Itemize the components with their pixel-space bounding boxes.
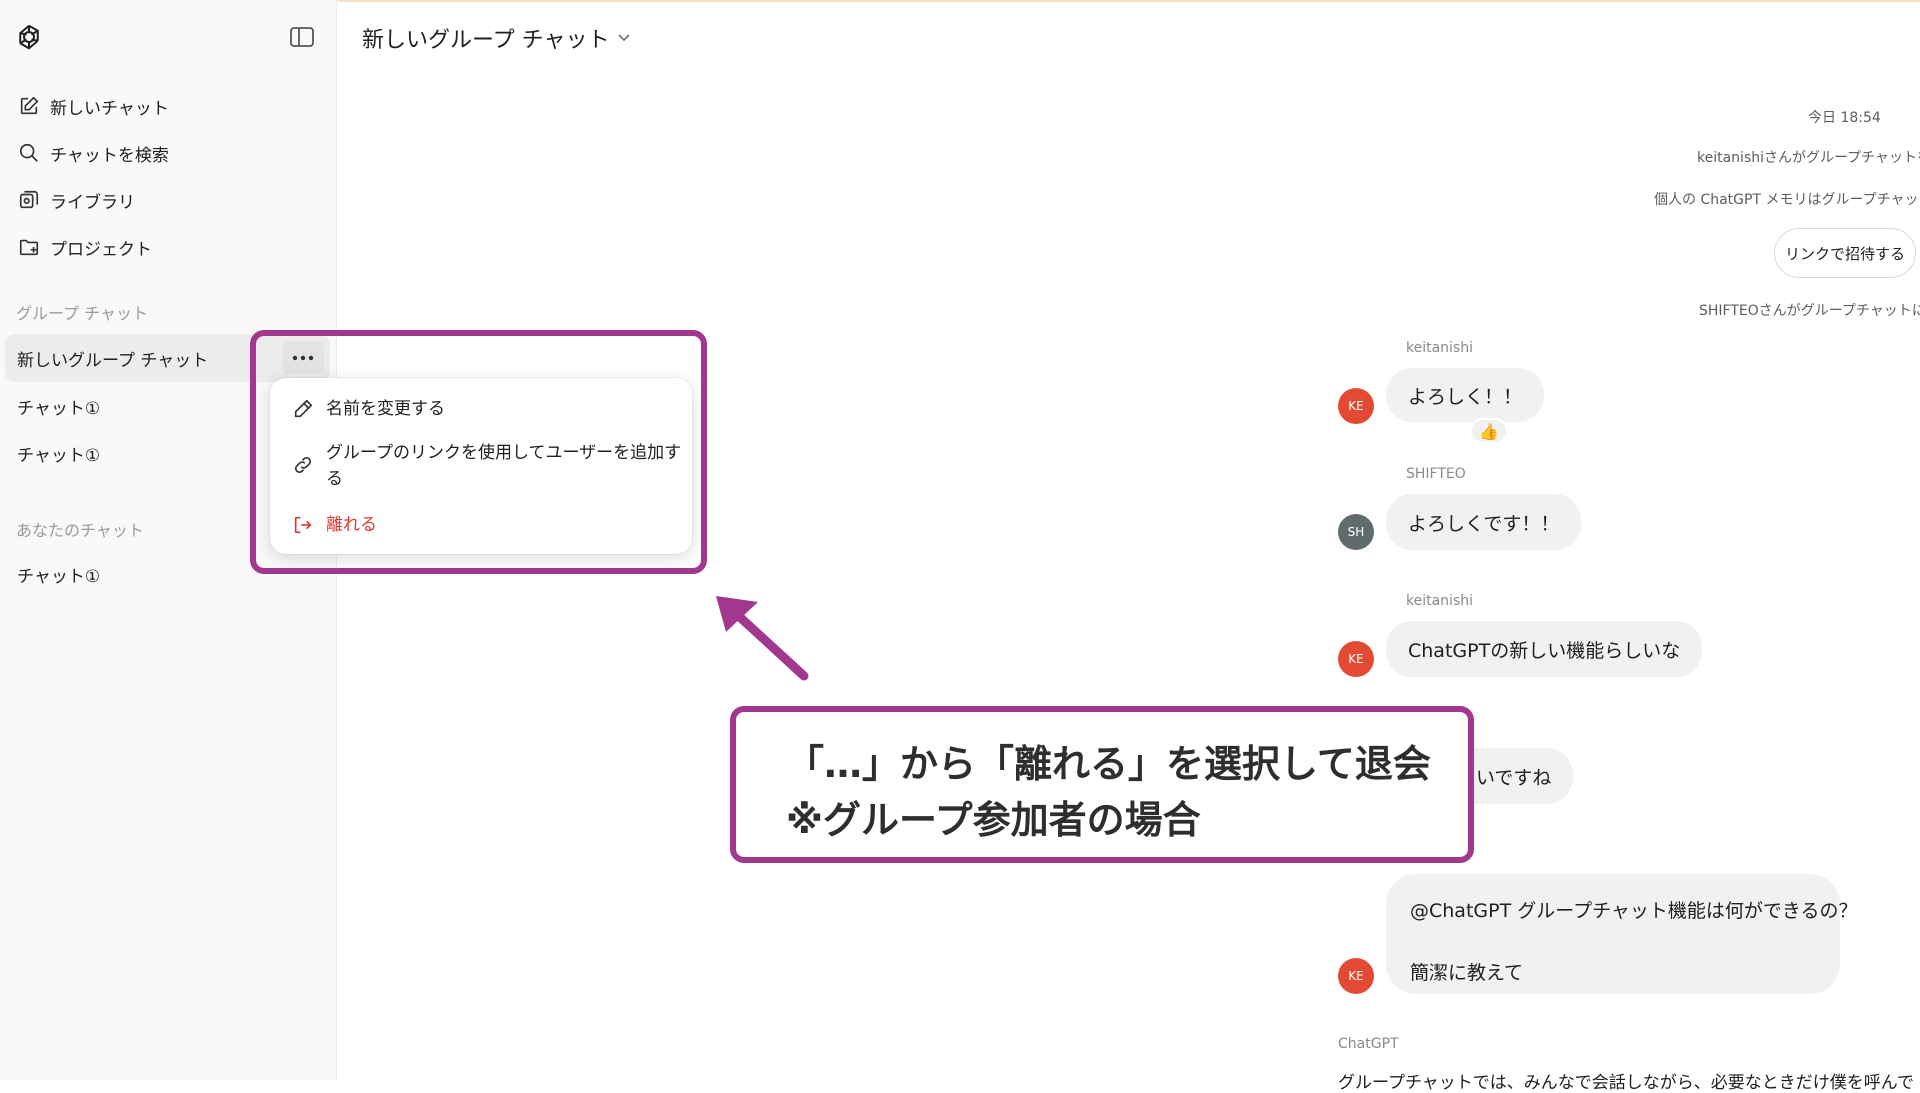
chevron-down-icon [618, 34, 631, 42]
message-bubble: @ChatGPT グループチャット機能は何ができるの？ 簡潔に教えて [1386, 874, 1858, 994]
search-chats-button[interactable]: チャットを検索 [12, 133, 312, 173]
system-message-joined: SHIFTEOさんがグループチャットに参 [1699, 303, 1920, 319]
sidebar-toggle-icon[interactable] [289, 26, 315, 48]
system-message-created: keitanishiさんがグループチャットを作 [1697, 150, 1920, 166]
annotation-line1: 「…」から「離れる」を選択して退会 [786, 742, 1431, 786]
edit-icon [20, 96, 39, 115]
chat-context-menu: 名前を変更する グループのリンクを使用してユーザーを追加す る 離れる [270, 378, 692, 554]
search-chats-label: チャットを検索 [50, 145, 169, 166]
add-users-by-link-menu-item[interactable]: グループのリンクを使用してユーザーを追加す る [292, 440, 681, 492]
add-users-label-line1: グループのリンクを使用してユーザーを追加す [326, 443, 682, 463]
ellipsis-icon [292, 355, 314, 361]
avatar: SH [1338, 514, 1374, 550]
library-label: ライブラリ [50, 192, 135, 213]
chat-timestamp: 今日 18:54 [1808, 110, 1881, 126]
leave-label: 離れる [326, 515, 377, 535]
invite-by-link-button[interactable]: リンクで招待する [1774, 228, 1916, 278]
chat-title: 新しいグループ チャット [362, 28, 610, 53]
search-icon [19, 143, 38, 162]
message-bubble: よろしくです！！ [1386, 494, 1582, 550]
new-chat-button[interactable]: 新しいチャット [12, 86, 312, 126]
message-sender: keitanishi [1406, 593, 1473, 609]
add-users-label-line2: る [326, 469, 343, 489]
group-chat-section-label: グループ チャット [16, 304, 148, 323]
avatar: KE [1338, 641, 1374, 677]
library-icon [19, 190, 39, 209]
rename-label: 名前を変更する [326, 399, 445, 419]
leave-icon [294, 516, 312, 534]
thumbs-up-reaction[interactable]: 👍 [1470, 418, 1508, 444]
annotation-line2: ※グループ参加者の場合 [786, 798, 1201, 842]
chatgpt-reply-partial: グループチャットでは、みんなで会話しながら、必要なときだけ僕を呼んで [1338, 1073, 1914, 1093]
leave-menu-item[interactable]: 離れる [292, 512, 377, 538]
message-text-line2: 簡潔に教えて [1410, 962, 1524, 984]
projects-label: プロジェクト [50, 239, 152, 260]
chatgpt-sender-label: ChatGPT [1338, 1036, 1399, 1052]
avatar: KE [1338, 388, 1374, 424]
message-sender: keitanishi [1406, 340, 1473, 356]
chat-item-label: チャット① [17, 445, 101, 466]
message-text-line1: @ChatGPT グループチャット機能は何ができるの？ [1410, 900, 1858, 922]
more-options-button[interactable] [282, 342, 324, 374]
system-message-memory: 個人の ChatGPT メモリはグループチャットで [1654, 192, 1920, 208]
message-sender: SHIFTEO [1406, 466, 1466, 482]
new-chat-label: 新しいチャット [50, 98, 169, 119]
rename-menu-item[interactable]: 名前を変更する [292, 396, 445, 422]
message-bubble: ChatGPTの新しい機能らしいな [1386, 621, 1703, 677]
sidebar-item-chat[interactable]: チャット① [5, 550, 330, 598]
chat-item-label: チャット① [17, 398, 101, 419]
annotation-arrow-icon [716, 596, 809, 681]
chat-title-dropdown[interactable]: 新しいグループ チャット [362, 22, 631, 54]
library-button[interactable]: ライブラリ [12, 180, 312, 220]
message-bubble: よろしく！！ [1386, 368, 1545, 422]
projects-button[interactable]: プロジェクト [12, 227, 312, 267]
annotation-callout: 「…」から「離れる」を選択して退会 ※グループ参加者の場合 [730, 706, 1474, 863]
pencil-icon [294, 399, 313, 418]
chat-item-label: チャット① [17, 566, 101, 587]
link-icon [294, 456, 312, 474]
avatar: KE [1338, 958, 1374, 994]
folder-icon [19, 239, 39, 256]
openai-logo-icon[interactable] [14, 22, 44, 52]
chat-item-label: 新しいグループ チャット [17, 350, 209, 371]
your-chats-section-label: あなたのチャット [16, 521, 144, 540]
